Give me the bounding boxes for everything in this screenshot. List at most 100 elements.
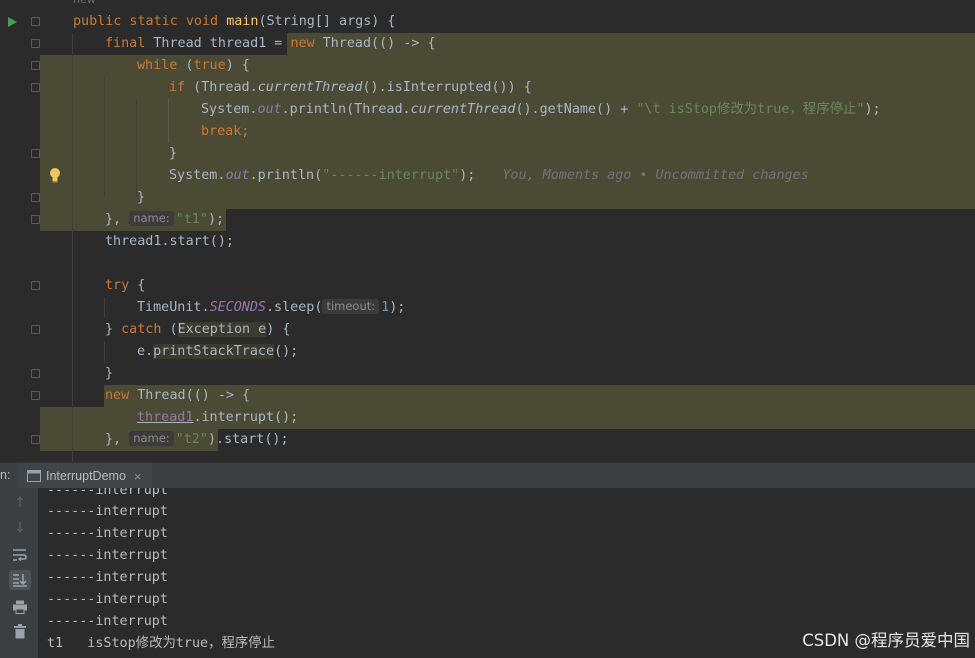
run-tab-interruptdemo[interactable]: InterruptDemo ×	[17, 463, 152, 491]
number-literal: 1	[381, 300, 390, 315]
console-line: ------interrupt	[47, 548, 168, 563]
static-method: currentThread	[257, 80, 363, 95]
code-text: },	[105, 212, 130, 227]
code-line-thread1-decl[interactable]: final Thread thread1 = new Thread(() -> …	[105, 33, 436, 55]
code-text: (String[] args) {	[258, 14, 396, 29]
code-text: ().isInterrupted()) {	[362, 80, 532, 95]
fold-icon[interactable]	[31, 281, 40, 290]
code-text: System.	[201, 102, 258, 117]
method-call: printStackTrace	[153, 344, 275, 359]
code-text: ) {	[266, 322, 291, 337]
fold-icon[interactable]	[31, 193, 40, 202]
code-editor[interactable]: new public static void main(String[] arg…	[0, 0, 975, 462]
console-toolbar: ↑ ↓	[0, 488, 38, 658]
indent-guide	[104, 297, 105, 317]
fold-icon[interactable]	[31, 61, 40, 70]
string-literal: "\t isStop修改为true，程序停止"	[636, 102, 865, 117]
code-text: Thread thread1 =	[145, 36, 291, 51]
code-line-start1[interactable]: thread1.start();	[105, 231, 234, 253]
code-line-main[interactable]: public static void main(String[] args) {	[73, 11, 396, 33]
code-line-close-while[interactable]: }	[137, 187, 145, 209]
static-field: SECONDS	[209, 300, 266, 315]
code-line-interrupt[interactable]: thread1.interrupt();	[137, 407, 298, 429]
parameter-hint: name:	[129, 211, 174, 226]
method-name: main	[226, 14, 259, 29]
code-line-new-thread2[interactable]: new Thread(() -> {	[105, 385, 250, 407]
code-text: (Thread.	[185, 80, 258, 95]
indent-guide	[168, 99, 169, 143]
arrow-down-icon[interactable]: ↓	[9, 518, 31, 538]
code-text: TimeUnit.	[137, 300, 210, 315]
code-line-if[interactable]: if (Thread.currentThread().isInterrupted…	[169, 77, 532, 99]
arrow-up-icon[interactable]: ↑	[9, 493, 31, 513]
code-text: .sleep(	[266, 300, 323, 315]
code-text: ).start();	[207, 432, 289, 447]
code-text: .println(	[249, 168, 323, 183]
string-literal: "t2"	[175, 432, 208, 447]
static-method: currentThread	[410, 102, 516, 117]
trash-icon[interactable]	[9, 622, 31, 642]
run-tab-label: InterruptDemo	[46, 469, 126, 483]
fold-icon[interactable]	[31, 215, 40, 224]
catch-parameter: Exception e	[177, 322, 267, 337]
code-text: (	[161, 322, 178, 337]
close-icon[interactable]: ×	[134, 469, 142, 484]
console-line: t1 isStop修改为true，程序停止	[47, 636, 276, 651]
keyword: true	[193, 58, 226, 73]
fold-icon[interactable]	[31, 17, 40, 26]
console-line: ------interrupt	[47, 614, 168, 629]
code-line-close-catch[interactable]: }	[105, 363, 113, 385]
watermark: CSDN @程序员爱中国	[802, 631, 970, 650]
keyword: new	[290, 36, 315, 51]
code-text: System.	[169, 168, 226, 183]
keyword: public static void	[73, 14, 227, 29]
keyword: if	[169, 80, 186, 95]
string-literal: "------interrupt"	[322, 168, 460, 183]
keyword: new	[105, 388, 130, 403]
code-text: );	[389, 300, 406, 315]
run-panel-label: n:	[0, 468, 11, 482]
fold-icon[interactable]	[31, 39, 40, 48]
fold-icon[interactable]	[31, 391, 40, 400]
scroll-to-end-icon[interactable]	[9, 570, 31, 590]
git-blame-annotation: You, Moments ago • Uncommitted changes	[502, 168, 809, 183]
code-line-sleep[interactable]: TimeUnit.SECONDS.sleep(timeout: 1);	[137, 297, 405, 319]
fold-icon[interactable]	[31, 83, 40, 92]
code-line-thread1-end[interactable]: }, name: "t1");	[105, 209, 224, 231]
lightbulb-icon[interactable]	[48, 167, 62, 183]
code-text: Thread(() -> {	[129, 388, 251, 403]
code-line-break[interactable]: break;	[201, 121, 249, 143]
soft-wrap-icon[interactable]	[9, 545, 31, 565]
code-line-println2[interactable]: System.out.println("------interrupt"); Yo…	[169, 165, 809, 187]
code-text: ) {	[225, 58, 250, 73]
fold-icon[interactable]	[31, 149, 40, 158]
code-line-close-if[interactable]: }	[169, 143, 177, 165]
code-line-catch[interactable]: } catch (Exception e) {	[105, 319, 290, 341]
code-text: );	[864, 102, 881, 117]
code-hint-new: new	[73, 0, 96, 11]
code-line-thread2-end[interactable]: }, name: "t2").start();	[105, 429, 289, 451]
code-text: );	[207, 212, 225, 227]
console-line: ------interrupt	[47, 592, 168, 607]
fold-icon[interactable]	[31, 369, 40, 378]
fold-icon[interactable]	[31, 435, 40, 444]
fold-icon[interactable]	[31, 325, 40, 334]
print-icon[interactable]	[9, 597, 31, 617]
code-line-try[interactable]: try {	[105, 275, 145, 297]
run-icon[interactable]	[6, 16, 18, 28]
code-text: .interrupt();	[193, 410, 299, 425]
captured-variable: thread1	[137, 410, 194, 425]
code-line-while[interactable]: while (true) {	[137, 55, 250, 77]
keyword: while	[137, 58, 178, 73]
parameter-hint: timeout:	[322, 299, 380, 314]
code-text: );	[459, 168, 476, 183]
indent-guide	[136, 99, 137, 197]
code-text: ();	[274, 344, 299, 359]
gutter	[0, 0, 60, 462]
console-line: ------interrupt	[47, 504, 168, 519]
keyword: try	[105, 278, 130, 293]
code-line-trace[interactable]: e.printStackTrace();	[137, 341, 298, 363]
keyword: final	[105, 36, 146, 51]
code-line-println1[interactable]: System.out.println(Thread.currentThread(…	[201, 99, 881, 121]
run-panel-header: n: InterruptDemo ×	[0, 462, 975, 491]
